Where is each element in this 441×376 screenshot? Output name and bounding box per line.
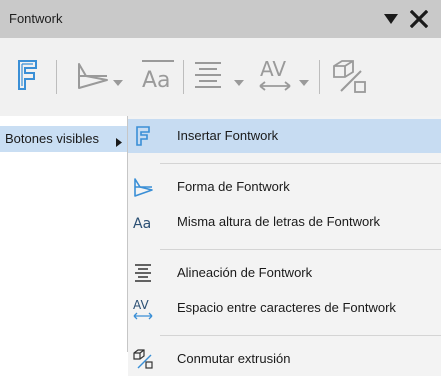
- menu-item-label: Misma altura de letras de Fontwork: [177, 214, 381, 229]
- submenu-arrow-icon: [116, 135, 122, 150]
- fontwork-insert-icon: [18, 60, 37, 90]
- toolbar-separator: [56, 60, 57, 94]
- fontwork-alignment-icon: [132, 262, 154, 284]
- svg-text:AV: AV: [260, 57, 286, 81]
- fontwork-same-height-tool[interactable]: Aa: [140, 58, 176, 95]
- close-icon: [409, 9, 429, 29]
- chevron-down-icon: [113, 80, 123, 86]
- menu-item-insert-fontwork[interactable]: Insertar Fontwork: [128, 119, 441, 153]
- menu-item-label: Forma de Fontwork: [177, 179, 290, 194]
- fontwork-shape-icon: [78, 63, 108, 89]
- svg-text:AV: AV: [133, 298, 149, 312]
- fontwork-toolbar: Aa AV: [0, 38, 441, 116]
- fontwork-alignment-dropdown[interactable]: [234, 74, 244, 89]
- fontwork-same-height-icon: Aa: [132, 211, 154, 233]
- menu-item-label: Insertar Fontwork: [177, 128, 279, 143]
- fontwork-alignment-tool[interactable]: [193, 60, 223, 93]
- menu-separator: [160, 249, 441, 250]
- menu-item-character-spacing[interactable]: AV Espacio entre caracteres de Fontwork: [128, 291, 441, 325]
- menu-item-label: Alineación de Fontwork: [177, 265, 313, 280]
- svg-text:Aa: Aa: [142, 68, 171, 92]
- chevron-down-icon: [234, 80, 244, 86]
- fontwork-shape-tool[interactable]: [76, 58, 110, 95]
- menu-item-fontwork-shape[interactable]: Forma de Fontwork: [128, 170, 441, 204]
- fontwork-insert-icon: [132, 125, 154, 147]
- toggle-extrusion-icon: [132, 348, 154, 370]
- menu-separator: [160, 335, 441, 336]
- insert-fontwork-tool[interactable]: [14, 58, 42, 95]
- menu-separator: [160, 163, 441, 164]
- toggle-extrusion-icon: [333, 60, 366, 93]
- fontwork-shape-dropdown[interactable]: [113, 74, 123, 89]
- toolbar-titlebar: Fontwork: [0, 0, 441, 38]
- fontwork-character-spacing-icon: AV: [132, 297, 154, 320]
- toolbar-separator: [319, 60, 320, 94]
- svg-text:Aa: Aa: [133, 216, 151, 232]
- menu-item-fontwork-alignment[interactable]: Alineación de Fontwork: [128, 256, 441, 290]
- toolbar-menu-button[interactable]: [383, 13, 399, 28]
- menu-item-same-letter-height[interactable]: Aa Misma altura de letras de Fontwork: [128, 205, 441, 239]
- toolbar-separator: [183, 60, 184, 94]
- menu-item-toggle-extrusion[interactable]: Conmutar extrusión: [128, 342, 441, 376]
- chevron-down-icon: [299, 80, 309, 86]
- fontwork-character-spacing-dropdown[interactable]: [299, 74, 309, 89]
- toolbar-title: Fontwork: [9, 11, 63, 26]
- toggle-extrusion-tool[interactable]: [331, 58, 367, 97]
- fontwork-alignment-icon: [195, 62, 221, 88]
- fontwork-character-spacing-tool[interactable]: AV: [258, 56, 292, 97]
- close-toolbar-button[interactable]: [409, 9, 429, 31]
- fontwork-shape-icon: [132, 176, 154, 198]
- visible-buttons-menu-item[interactable]: Botones visibles: [0, 126, 127, 152]
- menu-item-label: Conmutar extrusión: [177, 351, 291, 366]
- menu-item-label: Espacio entre caracteres de Fontwork: [177, 300, 396, 315]
- toolbar-context-menu: Botones visibles: [0, 116, 128, 352]
- triangle-down-icon: [384, 14, 398, 24]
- fontwork-same-height-icon: Aa: [142, 60, 174, 93]
- visible-buttons-submenu: Insertar Fontwork Forma de Fontwork Aa M…: [128, 116, 441, 376]
- fontwork-character-spacing-icon: AV: [259, 57, 291, 91]
- visible-buttons-label: Botones visibles: [5, 131, 99, 146]
